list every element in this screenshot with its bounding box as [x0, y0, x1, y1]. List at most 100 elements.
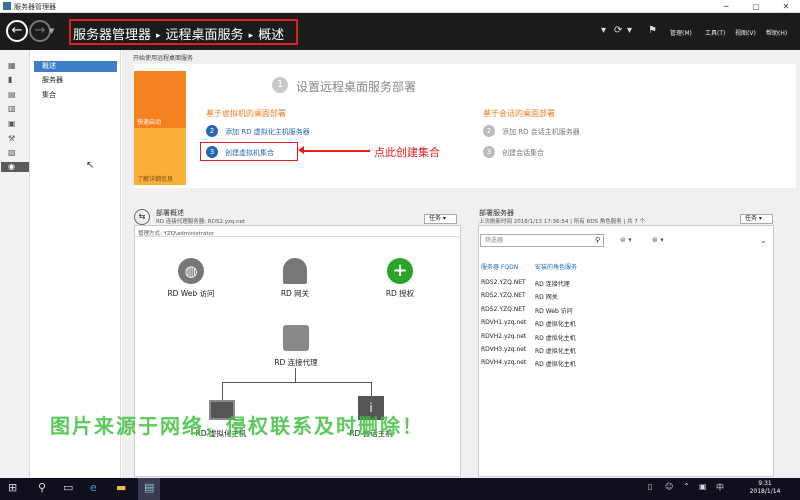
add-license-icon[interactable]: + [387, 258, 413, 284]
table-row-fqdn[interactable]: RDS2.YZQ.NET [481, 306, 526, 313]
connector-line [222, 382, 223, 400]
forward-button[interactable]: → [29, 20, 51, 42]
close-button[interactable]: ✕ [776, 1, 796, 12]
table-row-role[interactable]: RD 虚拟化主机 [535, 359, 576, 368]
ie-icon[interactable]: e [90, 481, 97, 494]
table-row-role[interactable]: RD 虚拟化主机 [535, 319, 576, 328]
add-session-host-link[interactable]: 添加 RD 会话主机服务器 [502, 127, 580, 137]
person-icon[interactable]: ☺ [665, 482, 673, 491]
annotation-arrow [302, 150, 370, 152]
mouse-cursor-icon: ↖ [86, 160, 95, 171]
network-icon[interactable]: ▣ [699, 482, 707, 491]
session-deployment-heading: 基于会话的桌面部署 [483, 109, 555, 118]
collapse-icon[interactable]: ⇆ [134, 209, 150, 225]
gateway-icon[interactable] [283, 258, 307, 284]
quick-start-label: 快速启动 [137, 119, 162, 126]
table-row-fqdn[interactable]: RDS2.YZQ.NET [481, 279, 526, 286]
connector-line [371, 382, 372, 396]
quickstart-panel [134, 64, 796, 188]
lang-indicator[interactable]: 中 [716, 482, 724, 493]
servers-subtitle: 上次刷新时间 2018/1/13 17:36:54 | 所有 RDS 角色服务 … [479, 219, 646, 225]
table-row-fqdn[interactable]: RDVH3.yzq.net [481, 346, 526, 353]
clock-time: 9:31 [758, 480, 772, 487]
start-icon[interactable]: ⊞ [8, 481, 17, 494]
server-manager-icon[interactable]: ▤ [144, 481, 154, 494]
servers-tasks-button[interactable]: 任务 ▾ [740, 214, 773, 224]
connector-line [222, 382, 372, 383]
step-title: 设置远程桌面服务部署 [296, 80, 417, 94]
left-icon-nav [0, 50, 30, 478]
maximize-button[interactable]: ▢ [746, 1, 766, 12]
expand-icon[interactable]: ⌄ [760, 236, 767, 245]
minimize-button[interactable]: ─ [716, 1, 736, 12]
table-row-role[interactable]: RD 虚拟化主机 [535, 346, 576, 355]
local-server-icon[interactable]: ▮ [8, 76, 16, 84]
search-icon[interactable]: ⚲ [595, 236, 600, 244]
column-fqdn[interactable]: 服务器 FQDN [481, 262, 518, 271]
deployment-tasks-button[interactable]: 任务 ▾ [424, 214, 457, 224]
menu-help[interactable]: 帮助(H) [766, 28, 787, 37]
connector-line [295, 368, 296, 382]
table-row-role[interactable]: RD Web 访问 [535, 306, 573, 315]
notification-flag-icon[interactable]: ⚑ [648, 25, 657, 36]
breadcrumb-item[interactable]: 远程桌面服务 [166, 28, 244, 43]
breadcrumb: 服务器管理器 ▸ 远程桌面服务 ▸ 概述 [73, 24, 284, 43]
table-row-role[interactable]: RD 网关 [535, 292, 558, 301]
vm-deployment-heading: 基于虚拟机的桌面部署 [206, 109, 286, 118]
table-row-role[interactable]: RD 连接代理 [535, 279, 570, 288]
task-view-icon[interactable]: ▭ [63, 481, 73, 494]
remote-desktop-icon[interactable]: ◉ [8, 163, 16, 171]
step-number-2: 2 [483, 125, 495, 137]
hyperv-icon[interactable]: ▣ [8, 120, 16, 128]
menu-view[interactable]: 视图(V) [735, 28, 756, 37]
clock-date: 2018/1/14 [749, 488, 781, 495]
rd-gateway-label: RD 网关 [280, 289, 310, 298]
toolbar: ← → ▼ 服务器管理器 ▸ 远程桌面服务 ▸ 概述 ▾ ⟳ ▾ ⚑ 管理(M) 工具(… [0, 13, 800, 50]
breadcrumb-item[interactable]: 概述 [258, 28, 284, 43]
breadcrumb-item[interactable]: 服务器管理器 [73, 28, 151, 43]
search-icon[interactable]: ⚲ [38, 481, 46, 494]
table-row-fqdn[interactable]: RDVH2.yzq.net [481, 333, 526, 340]
table-row-fqdn[interactable]: RDS2.YZQ.NET [481, 292, 526, 299]
group-options-icon[interactable]: ⊛ ▾ [652, 236, 664, 244]
quickstart-header: 开始使用远程桌面服务 [133, 55, 194, 62]
subnav-item-servers[interactable]: 服务器 [34, 75, 117, 86]
connection-broker-icon[interactable] [283, 325, 309, 351]
subnav-item-overview[interactable]: 概述 [34, 61, 117, 72]
all-servers-icon[interactable]: ▤ [8, 91, 16, 99]
folder-icon[interactable]: ▬ [116, 481, 126, 494]
subnav-item-collections[interactable]: 集合 [34, 90, 117, 101]
dashboard-icon[interactable]: ▦ [8, 62, 16, 70]
create-session-collection-link[interactable]: 创建会话集合 [502, 148, 544, 158]
menu-manage[interactable]: 管理(M) [670, 28, 692, 37]
table-row-role[interactable]: RD 虚拟化主机 [535, 333, 576, 342]
tools-icon[interactable]: ⚒ [8, 135, 16, 143]
system-tray-icon[interactable]: ▯ [648, 482, 652, 491]
dropdown-icon[interactable]: ▾ [601, 25, 606, 36]
watermark: 图片来源于网络，侵权联系及时删除！ [50, 414, 424, 438]
step-number-2: 2 [206, 125, 218, 137]
dropdown-icon[interactable]: ▾ [627, 25, 632, 36]
create-collection-highlight [200, 142, 298, 161]
annotation-text: 点此创建集合 [374, 146, 440, 159]
table-row-fqdn[interactable]: RDVH4.yzq.net [481, 359, 526, 366]
learn-more-label: 了解详细信息 [137, 176, 174, 183]
add-vhost-link[interactable]: 添加 RD 虚拟化主机服务器 [225, 127, 310, 137]
refresh-icon[interactable]: ⟳ [614, 25, 622, 36]
chevron-up-icon[interactable]: ⌃ [683, 482, 690, 491]
back-button[interactable]: ← [6, 20, 28, 42]
column-role[interactable]: 安装的角色服务 [535, 262, 577, 271]
globe-icon[interactable]: ◍ [178, 258, 204, 284]
clock[interactable]: 9:31 2018/1/14 [735, 480, 795, 496]
step-number-3: 3 [483, 146, 495, 158]
step-number-1: 1 [272, 77, 288, 93]
list-options-icon[interactable]: ⊜ ▾ [620, 236, 632, 244]
table-row-fqdn[interactable]: RDVH1.yzq.net [481, 319, 526, 326]
iis-icon[interactable]: ▧ [8, 149, 16, 157]
rd-licensing-label: RD 授权 [385, 289, 415, 298]
rd-connection-broker-label: RD 连接代理 [274, 358, 318, 367]
nav-dropdown-icon[interactable]: ▼ [49, 27, 54, 35]
file-services-icon[interactable]: ▥ [8, 105, 16, 113]
menu-tools[interactable]: 工具(T) [705, 28, 725, 37]
filter-input[interactable]: 筛选器 [480, 234, 604, 247]
